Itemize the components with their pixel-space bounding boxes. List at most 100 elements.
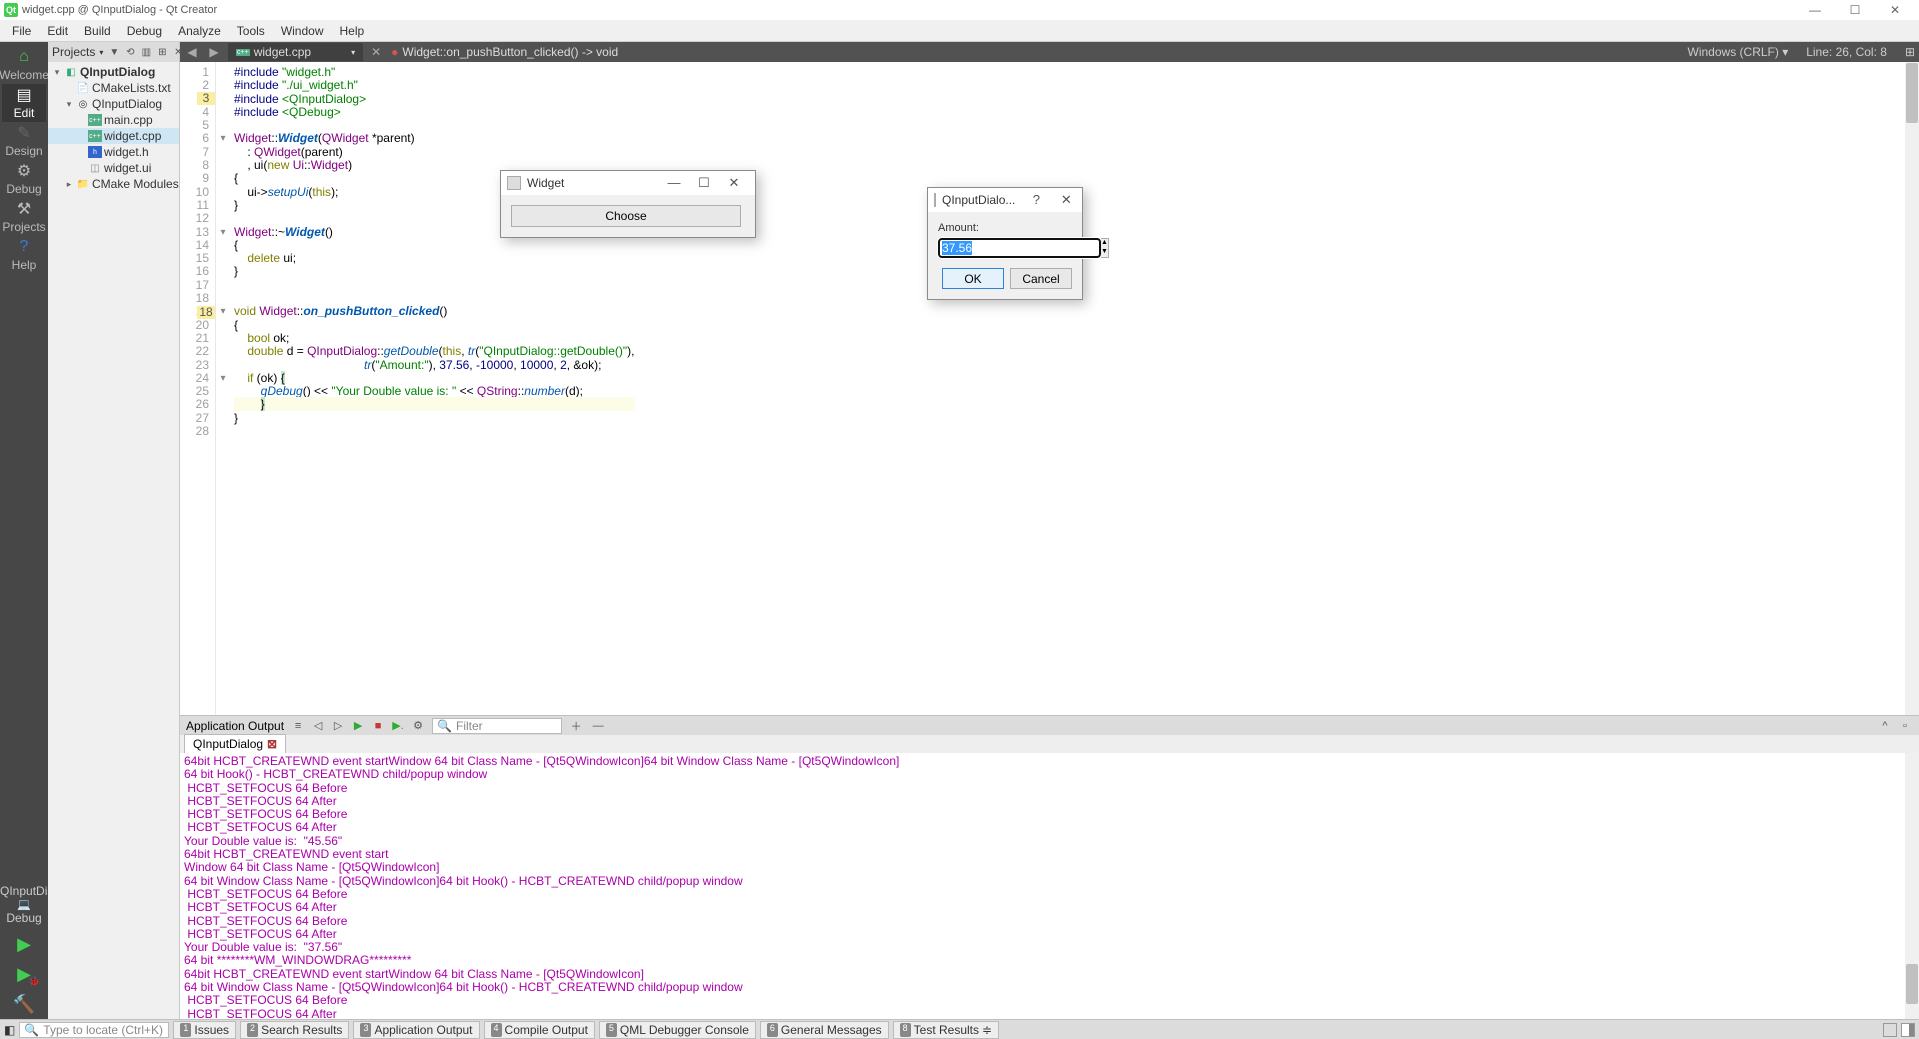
- output-settings-icon[interactable]: ≡: [290, 718, 306, 734]
- status-tab-compile[interactable]: 4Compile Output: [484, 1021, 595, 1039]
- editor-split-icon[interactable]: ⊞: [1905, 45, 1915, 59]
- output-prev-icon[interactable]: ◁: [310, 718, 326, 734]
- kit-selector[interactable]: QInputDialog 💻 Debug: [0, 880, 48, 929]
- status-tab-search[interactable]: 2Search Results: [240, 1021, 349, 1039]
- split-icon[interactable]: ▥: [139, 45, 153, 59]
- menu-file[interactable]: File: [4, 22, 39, 40]
- target-icon: ◎: [76, 98, 90, 110]
- symbol-combo[interactable]: ● Widget::on_pushButton_clicked() -> voi…: [391, 45, 618, 59]
- output-max-icon[interactable]: ^: [1877, 718, 1893, 734]
- project-tree: ▾◧QInputDialog 📄CMakeLists.txt ▾◎QInputD…: [48, 62, 179, 194]
- output-stop-icon[interactable]: ■: [370, 718, 386, 734]
- folder-icon: 📁: [76, 178, 90, 190]
- maximize-icon[interactable]: ☐: [1835, 0, 1875, 20]
- maximize-icon[interactable]: ☐: [689, 175, 719, 191]
- close-icon[interactable]: ✕: [1875, 0, 1915, 20]
- window-titlebar: Qt widget.cpp @ QInputDialog - Qt Creato…: [0, 0, 1919, 20]
- mode-projects[interactable]: ⚒Projects: [2, 198, 46, 236]
- add-split-icon[interactable]: ⊞: [155, 45, 169, 59]
- amount-spinbox[interactable]: ▲▼: [938, 238, 1072, 258]
- spin-up-icon[interactable]: ▲: [1101, 239, 1108, 248]
- mode-design[interactable]: ✎Design: [2, 122, 46, 160]
- filter-icon[interactable]: ▼: [107, 45, 121, 59]
- tree-target[interactable]: ▾◎QInputDialog: [48, 96, 179, 112]
- output-text[interactable]: 64bit HCBT_CREATEWND event startWindow 6…: [180, 753, 1919, 1019]
- amount-input[interactable]: [938, 238, 1101, 258]
- debug-run-button[interactable]: ▶🐞: [2, 959, 46, 989]
- close-icon[interactable]: ✕: [1051, 192, 1081, 208]
- output-next-icon[interactable]: ▷: [330, 718, 346, 734]
- window-title: widget.cpp @ QInputDialog - Qt Creator: [22, 4, 217, 16]
- close-doc-icon[interactable]: ✕: [371, 45, 381, 59]
- code-editor[interactable]: 1 2 3 4 5 6 7 8 9 10 11 12 13 14 15 16 1…: [180, 62, 1919, 715]
- build-button[interactable]: 🔨: [2, 989, 46, 1019]
- mode-edit[interactable]: ▤Edit: [2, 84, 46, 122]
- nav-fwd-icon[interactable]: ▶: [206, 45, 222, 59]
- mode-debug[interactable]: ⚙Debug: [2, 160, 46, 198]
- tree-main[interactable]: c++main.cpp: [48, 112, 179, 128]
- menu-window[interactable]: Window: [273, 22, 332, 40]
- cancel-button[interactable]: Cancel: [1010, 268, 1072, 289]
- menu-build[interactable]: Build: [76, 22, 119, 40]
- editor-vscroll[interactable]: [1905, 62, 1919, 715]
- code-text[interactable]: #include "widget.h" #include "./ui_widge…: [230, 62, 1919, 715]
- tree-cmake-modules[interactable]: ▸📁CMake Modules: [48, 176, 179, 192]
- locator-input[interactable]: 🔍 Type to locate (Ctrl+K): [19, 1022, 169, 1038]
- editor-toolbar: ◀ ▶ c++ widget.cpp ▾ ✕ ● Widget::on_push…: [180, 42, 1919, 62]
- tree-root[interactable]: ▾◧QInputDialog: [48, 64, 179, 80]
- output-toolbar: Application Output ≡ ◁ ▷ ▶ ■ ▶. ⚙ 🔍 Filt…: [180, 715, 1919, 735]
- status-tab-issues[interactable]: 1Issues: [173, 1021, 236, 1039]
- line-gutter[interactable]: 1 2 3 4 5 6 7 8 9 10 11 12 13 14 15 16 1…: [180, 62, 216, 715]
- projects-pane-title[interactable]: Projects: [52, 45, 95, 59]
- close-icon[interactable]: ✕: [719, 175, 749, 191]
- ok-button[interactable]: OK: [942, 268, 1004, 289]
- choose-button[interactable]: Choose: [511, 205, 741, 227]
- mode-welcome[interactable]: ⌂Welcome: [2, 46, 46, 84]
- menu-help[interactable]: Help: [332, 22, 373, 40]
- line-ending-combo[interactable]: Windows (CRLF) ▾: [1688, 45, 1789, 59]
- status-tab-qml[interactable]: 5QML Debugger Console: [599, 1021, 756, 1039]
- output-vscroll[interactable]: [1905, 753, 1919, 1019]
- widget-dialog: Widget — ☐ ✕ Choose: [500, 170, 756, 238]
- mode-help[interactable]: ?Help: [2, 236, 46, 274]
- output-run-icon[interactable]: ▶: [350, 718, 366, 734]
- help-icon[interactable]: ?: [1021, 192, 1051, 208]
- nav-back-icon[interactable]: ◀: [184, 45, 200, 59]
- output-close-icon[interactable]: ▫: [1897, 718, 1913, 734]
- close-tab-icon[interactable]: ⊠: [267, 737, 277, 751]
- tree-cmake[interactable]: 📄CMakeLists.txt: [48, 80, 179, 96]
- method-icon: ●: [391, 45, 398, 59]
- output-attach-icon[interactable]: ▶.: [390, 718, 406, 734]
- menu-analyze[interactable]: Analyze: [170, 22, 229, 40]
- tree-widgeth[interactable]: hwidget.h: [48, 144, 179, 160]
- close-sidebar-icon[interactable]: ◧: [4, 1023, 15, 1037]
- status-tab-general[interactable]: 6General Messages: [760, 1021, 889, 1039]
- search-icon: 🔍: [24, 1023, 39, 1037]
- run-button[interactable]: ▶: [2, 929, 46, 959]
- menu-edit[interactable]: Edit: [39, 22, 76, 40]
- sync-icon[interactable]: ⟲: [123, 45, 137, 59]
- cursor-position[interactable]: Line: 26, Col: 8: [1806, 45, 1887, 59]
- minimize-icon[interactable]: —: [1795, 0, 1835, 20]
- progress-icon[interactable]: [1883, 1023, 1897, 1037]
- spin-down-icon[interactable]: ▼: [1101, 248, 1108, 257]
- minimize-icon[interactable]: —: [659, 175, 689, 191]
- menu-debug[interactable]: Debug: [119, 22, 170, 40]
- output-tab-qinputdialog[interactable]: QInputDialog⊠: [184, 734, 286, 753]
- output-minus-icon[interactable]: —: [590, 718, 606, 734]
- menu-bar: File Edit Build Debug Analyze Tools Wind…: [0, 20, 1919, 42]
- status-tab-appoutput[interactable]: 3Application Output: [353, 1021, 479, 1039]
- status-tab-tests[interactable]: 8Test Results≑: [893, 1021, 999, 1039]
- output-add-icon[interactable]: ＋: [568, 718, 584, 734]
- output-config-icon[interactable]: ⚙: [410, 718, 426, 734]
- output-filter[interactable]: 🔍 Filter: [432, 718, 562, 734]
- fold-column[interactable]: ▾ ▾ ▾ ▾: [216, 62, 230, 715]
- window-icon: [934, 193, 936, 207]
- ui-icon: ◫: [88, 162, 102, 174]
- sidebar-right-icon[interactable]: [1901, 1023, 1915, 1037]
- open-document[interactable]: c++ widget.cpp ▾: [228, 43, 363, 61]
- menu-tools[interactable]: Tools: [229, 22, 273, 40]
- qinputdialog-title: QInputDialo...: [942, 193, 1015, 207]
- tree-widgetui[interactable]: ◫widget.ui: [48, 160, 179, 176]
- tree-widgetcpp[interactable]: c++widget.cpp: [48, 128, 179, 144]
